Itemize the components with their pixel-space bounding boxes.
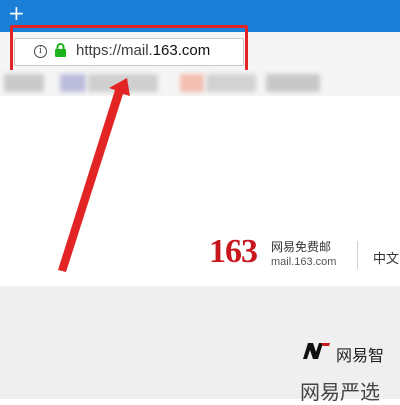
bookmarks-bar (0, 70, 400, 96)
logo-domain: mail.163.com (271, 256, 337, 268)
bookmark-item[interactable] (4, 74, 44, 92)
header-divider (357, 241, 358, 269)
bookmark-item[interactable] (60, 74, 86, 92)
logo-subtitle: 网易免费邮 (271, 240, 332, 254)
bookmark-item[interactable] (88, 74, 158, 92)
bookmark-item[interactable] (180, 74, 204, 92)
highlight-box (10, 25, 248, 75)
netease-logo-icon (303, 343, 330, 359)
brand-text: 网易智 (336, 346, 385, 365)
bookmark-item[interactable] (266, 74, 320, 92)
logo-163[interactable]: 163 (209, 234, 258, 270)
new-tab-button[interactable]: + (8, 3, 25, 23)
bookmark-item[interactable] (206, 74, 256, 92)
language-link[interactable]: 中文 (373, 248, 399, 267)
promo-text[interactable]: 网易严选 (300, 376, 380, 405)
